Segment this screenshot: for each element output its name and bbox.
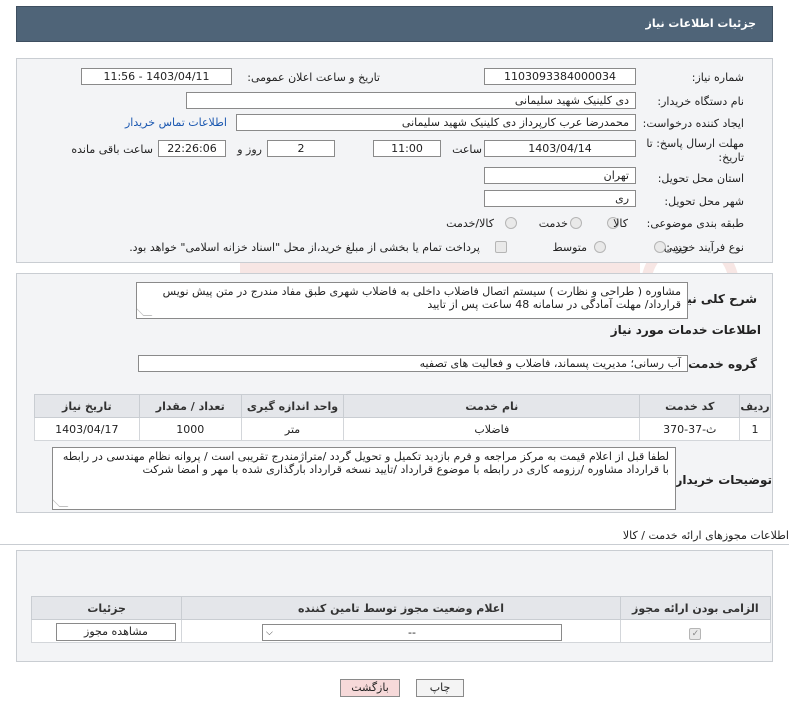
treasury-payment-note: پرداخت تمام یا بخشی از مبلغ خرید،از محل …: [129, 241, 480, 254]
services-section-title: اطلاعات خدمات مورد نیاز: [610, 323, 761, 337]
announce-datetime-field: 1403/04/11 - 11:56: [81, 68, 232, 85]
category-service-label: خدمت: [538, 217, 568, 230]
services-table: ردیف کد خدمت نام خدمت واحد اندازه گیری ت…: [34, 394, 771, 441]
col-permit-status: اعلام وضعیت مجوز توسط تامین کننده: [181, 596, 621, 620]
permits-section-title: اطلاعات مجوزهای ارائه خدمت / کالا: [622, 529, 789, 542]
category-goods-service-label: کالا/خدمت: [446, 217, 494, 230]
service-group-field: آب رسانی؛ مدیریت پسماند، فاضلاب و فعالیت…: [138, 355, 688, 372]
process-minor-label: جزیی: [663, 241, 689, 254]
remaining-time-field: 22:26:06: [158, 140, 226, 157]
category-goods-service-radio[interactable]: [505, 217, 517, 229]
process-medium-label: متوسط: [552, 241, 587, 254]
deadline-time-label: ساعت: [452, 143, 482, 156]
buyer-notes-text: لطفا قبل از اعلام قیمت به مرکز مراجعه و …: [62, 450, 669, 476]
requester-field: محمدرضا عرب کارپرداز دی کلینیک شهید سلیم…: [236, 114, 636, 131]
description-textarea: مشاوره ( طراحی و نظارت ) سیستم اتصال فاض…: [136, 282, 688, 319]
cell-code: ث-37-370: [639, 417, 741, 441]
requester-label: ایجاد کننده درخواست:: [642, 117, 744, 130]
col-permit-required: الزامی بودن ارائه مجوز: [619, 596, 772, 620]
col-qty: تعداد / مقدار: [138, 394, 242, 418]
col-code: کد خدمت: [639, 394, 741, 418]
buyer-notes-label: توضیحات خریدار:: [670, 473, 772, 487]
print-button[interactable]: چاپ: [416, 679, 464, 697]
days-label: روز و: [237, 143, 262, 156]
city-field: ری: [484, 190, 636, 207]
treasury-payment-checkbox[interactable]: [495, 241, 507, 253]
need-number-field: 1103093384000034: [484, 68, 636, 85]
cell-permit-required: ✓: [619, 619, 772, 643]
permit-status-select-value: --: [408, 626, 416, 639]
description-text: مشاوره ( طراحی و نظارت ) سیستم اتصال فاض…: [162, 285, 681, 311]
announce-datetime-label: تاریخ و ساعت اعلان عمومی:: [247, 71, 380, 84]
services-table-header: ردیف کد خدمت نام خدمت واحد اندازه گیری ت…: [34, 394, 771, 418]
permit-status-select[interactable]: -- ⌵: [262, 624, 562, 641]
col-date: تاریخ نیاز: [34, 394, 140, 418]
service-group-label: گروه خدمت:: [683, 357, 757, 371]
view-permit-button[interactable]: مشاهده مجوز: [56, 623, 176, 641]
permits-divider: [0, 544, 789, 545]
chevron-down-icon: ⌵: [266, 628, 273, 638]
table-row: 1 ث-37-370 فاضلاب متر 1000 1403/04/17: [34, 417, 771, 441]
remaining-days-field: 2: [267, 140, 335, 157]
cell-qty: 1000: [138, 417, 242, 441]
resize-handle[interactable]: [53, 498, 69, 507]
buyer-notes-textarea: لطفا قبل از اعلام قیمت به مرکز مراجعه و …: [52, 447, 676, 510]
remaining-time-label: ساعت باقی مانده: [71, 143, 153, 156]
deadline-date-field: 1403/04/14: [484, 140, 636, 157]
cell-date: 1403/04/17: [34, 417, 140, 441]
permits-table-header: الزامی بودن ارائه مجوز اعلام وضعیت مجوز …: [30, 596, 772, 620]
deadline-label: مهلت ارسال پاسخ: تا تاریخ:: [646, 137, 744, 164]
page-header: جزئیات اطلاعات نیاز: [16, 6, 773, 42]
page-title: جزئیات اطلاعات نیاز: [645, 17, 757, 30]
category-label: طبقه بندی موضوعی:: [646, 217, 744, 230]
province-field: تهران: [484, 167, 636, 184]
buyer-org-label: نام دستگاه خریدار:: [657, 95, 744, 108]
cell-name: فاضلاب: [343, 417, 641, 441]
need-number-label: شماره نیاز:: [691, 71, 744, 84]
cell-row: 1: [739, 417, 771, 441]
province-label: استان محل تحویل:: [657, 172, 744, 185]
category-goods-label: کالا: [613, 217, 628, 230]
col-unit: واحد اندازه گیری: [240, 394, 345, 418]
process-medium-radio[interactable]: [594, 241, 606, 253]
deadline-time-field: 11:00: [373, 140, 441, 157]
col-name: نام خدمت: [343, 394, 641, 418]
buyer-contact-link[interactable]: اطلاعات تماس خریدار: [125, 116, 227, 129]
city-label: شهر محل تحویل:: [664, 195, 744, 208]
col-permit-details: جزئیات: [30, 596, 183, 620]
resize-handle[interactable]: [137, 307, 153, 316]
cell-unit: متر: [240, 417, 345, 441]
category-service-radio[interactable]: [570, 217, 582, 229]
permit-required-checkbox: ✓: [689, 628, 702, 640]
col-row: ردیف: [739, 394, 771, 418]
back-button[interactable]: بازگشت: [340, 679, 400, 697]
buyer-org-field: دی کلینیک شهید سلیمانی: [186, 92, 636, 109]
